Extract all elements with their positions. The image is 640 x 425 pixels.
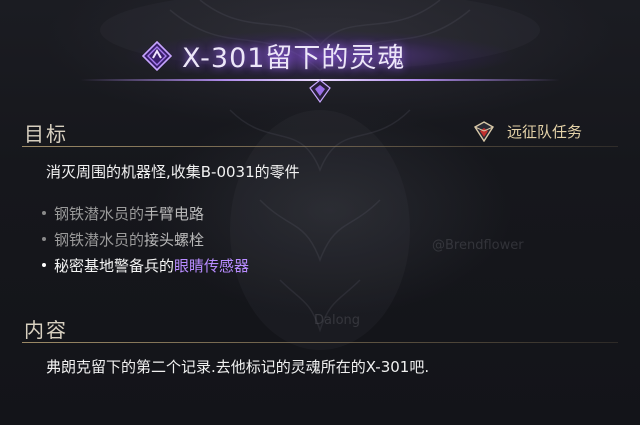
sub-objective-prefix: 钢铁潜水员的: [54, 230, 145, 249]
content-header-underline: [22, 342, 618, 343]
sub-objective-prefix: 秘密基地警备兵的: [54, 256, 175, 275]
sub-objective-bullet: [42, 237, 46, 241]
objective-header-label: 目标: [24, 122, 68, 146]
content-header-label: 内容: [24, 318, 68, 342]
content-description-text: 弗朗克留下的第二个记录.去他标记的灵魂所在的X-301吧.: [46, 358, 430, 376]
expedition-quest-label: 远征队任务: [506, 122, 582, 141]
quest-title-bar: X-301留下的灵魂: [70, 22, 570, 104]
title-content: X-301留下的灵魂: [142, 36, 405, 75]
sub-objective-target: 接头螺栓: [144, 230, 205, 249]
expedition-crest-icon: [473, 121, 494, 142]
title-crest-ornament: [309, 79, 331, 104]
sub-objective-prefix: 钢铁潜水员的: [54, 204, 145, 223]
sub-objective-bullet: [42, 211, 46, 215]
quest-title: X-301留下的灵魂: [182, 43, 406, 74]
sub-objective-bullet: [42, 263, 46, 267]
sub-objective-item: 钢铁潜水员的 手臂电路: [42, 200, 249, 226]
sub-objective-item: 钢铁潜水员的 接头螺栓: [42, 226, 249, 252]
expedition-quest-tag: 远征队任务: [473, 120, 582, 142]
sub-objective-target: 眼睛传感器: [174, 256, 250, 275]
sub-objective-list: 钢铁潜水员的 手臂电路 钢铁潜水员的 接头螺栓 秘密基地警备兵的 眼睛传感器: [42, 200, 249, 278]
sub-objective-item: 秘密基地警备兵的 眼睛传感器: [42, 252, 249, 278]
main-objective-text: 消灭周围的机器怪,收集B-0031的零件: [46, 163, 300, 181]
purple-diamond-quest-icon: [142, 40, 172, 71]
sub-objective-target: 手臂电路: [144, 204, 205, 223]
objective-header-underline: [22, 146, 618, 147]
watermark-text: @Brendflower: [432, 238, 524, 253]
content-section-header: 内容: [22, 314, 618, 343]
quest-detail-panel: X-301留下的灵魂 目标 远征队任务 消灭周围的机器怪,收集B-0031的零件…: [0, 0, 640, 425]
